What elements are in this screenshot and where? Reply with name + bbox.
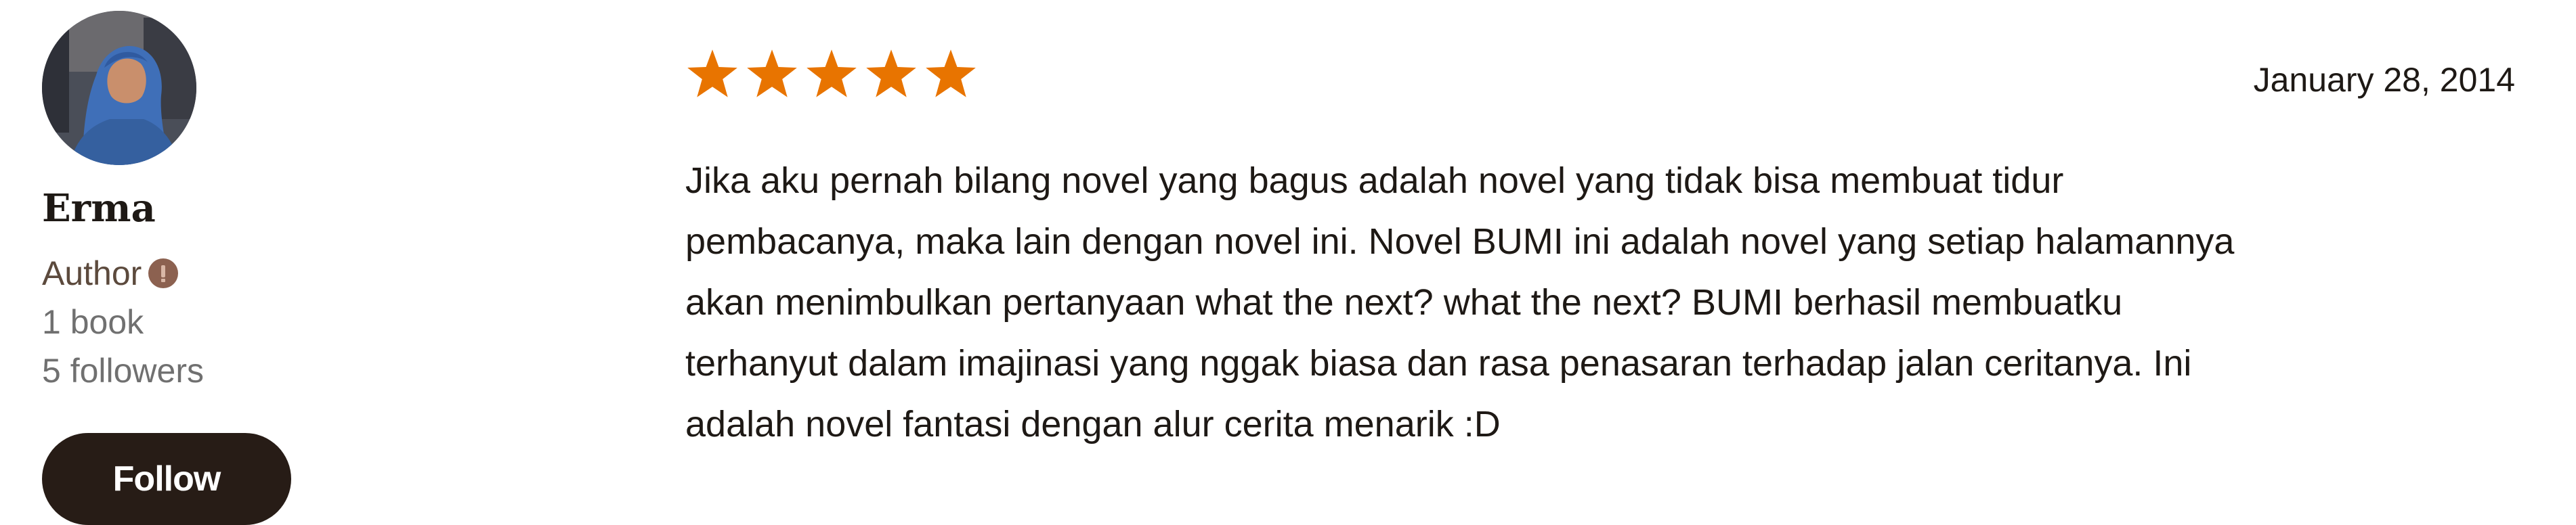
- star-icon: [926, 49, 976, 97]
- star-icon: [866, 49, 916, 97]
- review-text: Jika aku pernah bilang novel yang bagus …: [685, 150, 2541, 455]
- review-card: Erma Author 1 book 5 followers Follow Ja…: [0, 0, 2576, 525]
- follow-button[interactable]: Follow: [42, 433, 291, 525]
- reviewer-book-count: 1 book: [42, 303, 144, 341]
- review-text-line: pembacanya, maka lain dengan novel ini. …: [685, 221, 2235, 262]
- review-date[interactable]: January 28, 2014: [2254, 57, 2515, 103]
- reviewer-follower-count: 5 followers: [42, 352, 204, 390]
- reviewer-role: Author: [42, 250, 179, 296]
- star-icon: [687, 49, 737, 97]
- avatar-photo-icon: [42, 11, 196, 165]
- star-icon: [747, 49, 797, 97]
- review-text-line: akan menimbulkan pertanyaan what the nex…: [685, 282, 2123, 323]
- author-badge-icon: [148, 258, 179, 288]
- review-text-line: Jika aku pernah bilang novel yang bagus …: [685, 160, 2064, 201]
- review-text-line: adalah novel fantasi dengan alur cerita …: [685, 404, 1501, 444]
- reviewer-name[interactable]: Erma: [42, 184, 156, 233]
- star-rating: [685, 47, 978, 101]
- star-icon: [807, 49, 857, 97]
- avatar[interactable]: [42, 11, 196, 165]
- review-text-line: terhanyut dalam imajinasi yang nggak bia…: [685, 343, 2192, 384]
- reviewer-role-label[interactable]: Author: [42, 250, 142, 296]
